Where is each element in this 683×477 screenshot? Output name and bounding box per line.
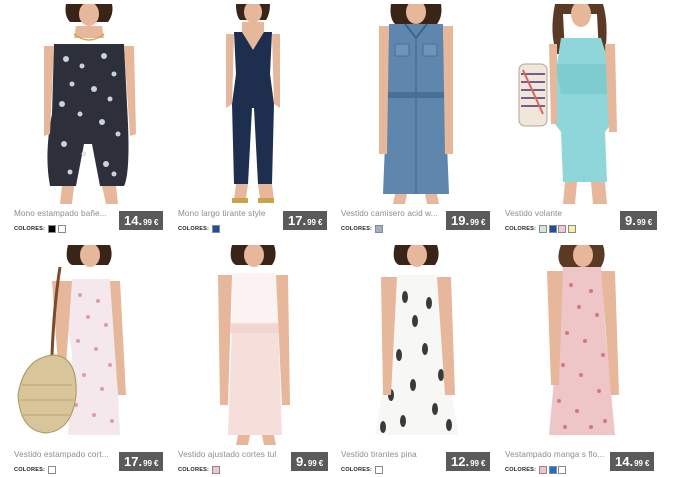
product-image[interactable] (505, 245, 655, 445)
product-image[interactable] (14, 4, 164, 204)
product-image[interactable] (178, 245, 328, 445)
color-swatch[interactable] (548, 466, 557, 474)
price-tag: 9. 99 € (620, 211, 658, 230)
colors-label: COLORES: (178, 467, 210, 473)
price-tag: 17. 99 € (283, 211, 328, 230)
color-swatch[interactable] (539, 225, 548, 233)
product-name[interactable]: Vestido estampado cort... (14, 450, 116, 459)
color-options: COLORES: (341, 464, 385, 476)
product-card[interactable]: Vestido tirantes pina COLORES: 12. 99 € (341, 245, 491, 475)
price-tag: 17. 99 € (119, 452, 164, 471)
color-options: COLORES: (14, 464, 58, 476)
color-swatch[interactable] (539, 466, 548, 474)
color-swatch[interactable] (548, 225, 557, 233)
product-card[interactable]: Vestido volante COLORES: 9. 99 € (505, 4, 658, 235)
product-card[interactable]: Vestido camisero acid w... COLORES: 19. … (341, 4, 491, 234)
color-options: COLORES: (341, 223, 385, 235)
color-swatch[interactable] (375, 225, 384, 233)
product-card[interactable]: Vestido estampado cort... COLORES: 17. 9… (14, 245, 164, 475)
colors-label: COLORES: (341, 226, 373, 232)
color-swatch[interactable] (48, 466, 57, 474)
color-swatch[interactable] (212, 225, 221, 233)
product-image[interactable] (341, 4, 491, 204)
color-swatch[interactable] (375, 466, 384, 474)
colors-label: COLORES: (14, 226, 46, 232)
color-options: COLORES: (505, 223, 577, 235)
product-name[interactable]: Mono estampado bañe... (14, 209, 116, 218)
product-card[interactable]: Vestido ajustado cortes tul COLORES: 9. … (178, 245, 329, 476)
color-options: COLORES: (178, 464, 222, 476)
colors-label: COLORES: (505, 467, 537, 473)
colors-label: COLORES: (341, 467, 373, 473)
product-card[interactable]: Vestampado manga s flo... COLORES: 14. 9… (505, 245, 655, 475)
price-tag: 9. 99 € (291, 452, 329, 471)
product-name[interactable]: Mono largo tirante style (178, 209, 280, 218)
colors-label: COLORES: (178, 226, 210, 232)
price-tag: 14. 99 € (610, 452, 655, 471)
color-options: COLORES: (505, 464, 568, 476)
product-image[interactable] (341, 245, 491, 445)
color-swatch[interactable] (567, 225, 576, 233)
product-grid: Mono estampado bañe... COLORES: 14. 99 € (0, 0, 683, 477)
product-name[interactable]: Vestido camisero acid w... (341, 209, 443, 218)
product-name[interactable]: Vestido volante (505, 209, 607, 218)
product-image[interactable] (178, 4, 328, 204)
color-swatch[interactable] (558, 466, 567, 474)
color-options: COLORES: (14, 223, 67, 235)
color-swatch[interactable] (558, 225, 567, 233)
product-name[interactable]: Vestido ajustado cortes tul (178, 450, 280, 459)
price-tag: 12. 99 € (446, 452, 491, 471)
price-tag: 14. 99 € (119, 211, 164, 230)
colors-label: COLORES: (14, 467, 46, 473)
price-tag: 19. 99 € (446, 211, 491, 230)
product-card[interactable]: Mono estampado bañe... COLORES: 14. 99 € (14, 4, 164, 234)
color-swatch[interactable] (57, 225, 66, 233)
color-options: COLORES: (178, 223, 222, 235)
product-name[interactable]: Vestido tirantes pina (341, 450, 443, 459)
color-swatch[interactable] (48, 225, 57, 233)
product-card[interactable]: Mono largo tirante style COLORES: 17. 99… (178, 4, 328, 234)
colors-label: COLORES: (505, 226, 537, 232)
product-image[interactable] (505, 4, 655, 204)
product-name[interactable]: Vestampado manga s flo... (505, 450, 607, 459)
product-image[interactable] (14, 245, 164, 445)
color-swatch[interactable] (212, 466, 221, 474)
